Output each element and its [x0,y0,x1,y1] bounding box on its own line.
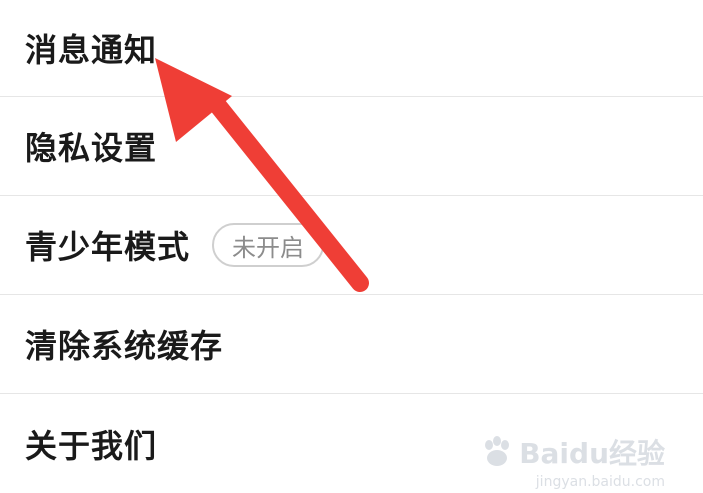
settings-item-label: 关于我们 [25,426,158,465]
settings-item-teen-mode[interactable]: 青少年模式 未开启 [0,196,703,295]
watermark-url: jingyan.baidu.com [535,474,665,490]
settings-item-label: 消息通知 [25,31,158,69]
settings-item-notifications[interactable]: 消息通知 [0,0,703,97]
settings-item-privacy[interactable]: 隐私设置 [0,97,703,196]
settings-item-clear-cache[interactable]: 清除系统缓存 [0,295,703,394]
settings-item-label: 青少年模式 [25,228,191,266]
settings-item-label: 隐私设置 [25,129,158,167]
settings-list: 消息通知 隐私设置 青少年模式 未开启 清除系统缓存 关于我们 [0,0,703,493]
settings-item-label: 清除系统缓存 [25,327,224,365]
watermark: Baidu经验 jingyan.baidu.com [479,432,665,490]
watermark-brand: Baidu经验 [519,437,665,470]
status-badge: 未开启 [212,223,325,267]
paw-logo-icon [485,436,510,466]
